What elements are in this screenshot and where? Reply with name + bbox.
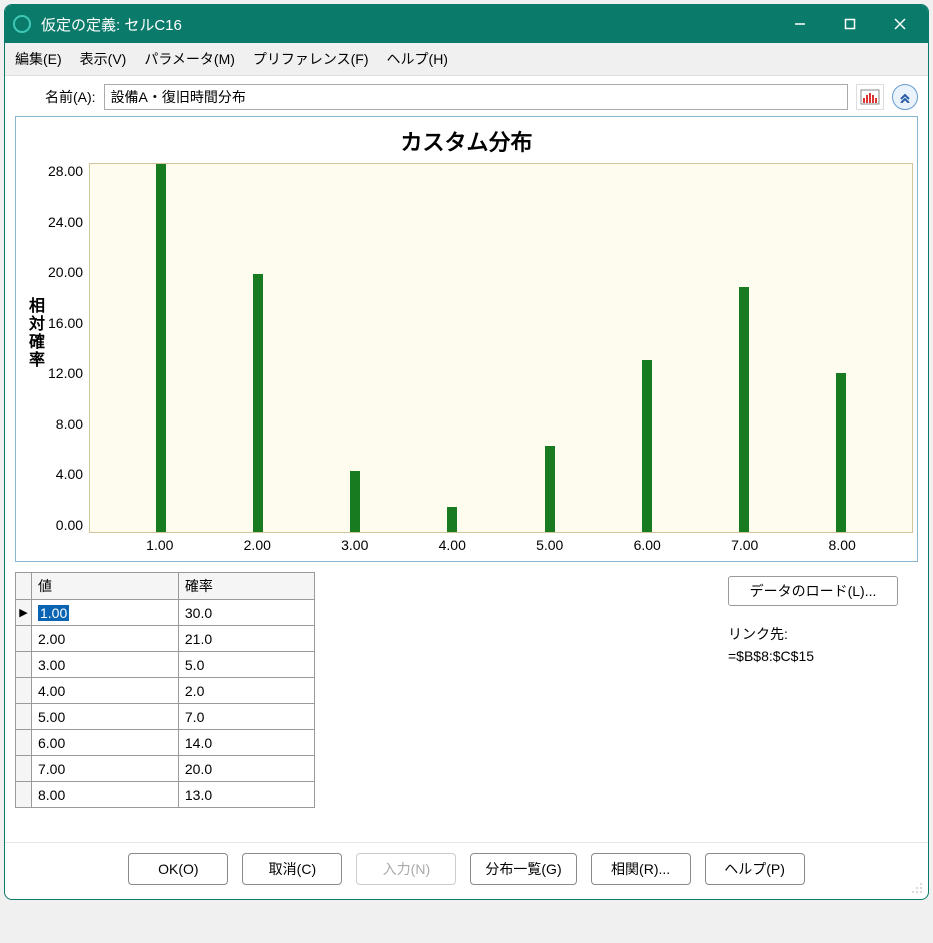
menu-help[interactable]: ヘルプ(H) (387, 49, 448, 69)
maximize-button[interactable] (826, 8, 874, 40)
cancel-button[interactable]: 取消(C) (242, 853, 342, 885)
collapse-toggle-icon[interactable] (892, 84, 918, 110)
x-axis-ticks: 1.00 2.00 3.00 4.00 5.00 6.00 7.00 8.00 (89, 533, 913, 553)
chart-bar (156, 164, 166, 532)
chart-plot-area (89, 163, 913, 533)
right-panel: データのロード(L)... リンク先: =$B$8:$C$15 (728, 572, 918, 664)
cell-prob[interactable]: 20.0 (178, 756, 314, 782)
col-header-prob[interactable]: 確率 (178, 573, 314, 600)
y-tick: 8.00 (56, 416, 83, 432)
x-tick: 5.00 (530, 537, 570, 553)
cell-value[interactable]: 1.00 (32, 600, 179, 626)
menu-params[interactable]: パラメータ(M) (144, 49, 235, 69)
row-indicator: ▶ (16, 600, 32, 626)
titlebar: 仮定の定義: セルC16 (5, 5, 928, 43)
dialog-window: 仮定の定義: セルC16 編集(E) 表示(V) パラメータ(M) プリファレン… (4, 4, 929, 900)
cell-value[interactable]: 2.00 (32, 626, 179, 652)
help-button[interactable]: ヘルプ(P) (705, 853, 805, 885)
x-tick: 8.00 (822, 537, 862, 553)
cell-prob[interactable]: 21.0 (178, 626, 314, 652)
distribution-picker-icon[interactable] (856, 84, 884, 110)
link-reference: =$B$8:$C$15 (728, 648, 918, 664)
enter-button: 入力(N) (356, 853, 456, 885)
row-indicator (16, 704, 32, 730)
row-indicator (16, 730, 32, 756)
x-tick: 7.00 (725, 537, 765, 553)
chart-panel: カスタム分布 相対確率 28.00 24.00 20.00 16.00 12.00 8.0… (15, 116, 918, 562)
y-tick: 16.00 (48, 315, 83, 331)
menubar: 編集(E) 表示(V) パラメータ(M) プリファレンス(F) ヘルプ(H) (5, 43, 928, 76)
name-label: 名前(A): (45, 87, 96, 107)
cell-value[interactable]: 5.00 (32, 704, 179, 730)
menu-view[interactable]: 表示(V) (80, 49, 127, 69)
ok-button[interactable]: OK(O) (128, 853, 228, 885)
table-corner (16, 573, 32, 600)
cell-value[interactable]: 3.00 (32, 652, 179, 678)
row-indicator (16, 782, 32, 808)
cell-prob[interactable]: 30.0 (178, 600, 314, 626)
y-tick: 20.00 (48, 264, 83, 280)
window-title: 仮定の定義: セルC16 (41, 14, 776, 35)
data-table: 値 確率 ▶1.0030.02.0021.03.005.04.002.05.00… (15, 572, 315, 808)
footer-buttons: OK(O) 取消(C) 入力(N) 分布一覧(G) 相関(R)... ヘルプ(P… (5, 842, 928, 899)
cell-prob[interactable]: 7.0 (178, 704, 314, 730)
load-data-button[interactable]: データのロード(L)... (728, 576, 898, 606)
x-tick: 2.00 (237, 537, 277, 553)
cell-value[interactable]: 6.00 (32, 730, 179, 756)
y-tick: 24.00 (48, 214, 83, 230)
chart-bar (642, 360, 652, 532)
cell-prob[interactable]: 13.0 (178, 782, 314, 808)
cell-value[interactable]: 7.00 (32, 756, 179, 782)
cell-prob[interactable]: 2.0 (178, 678, 314, 704)
chart-bar (447, 507, 457, 532)
row-indicator (16, 652, 32, 678)
table-row[interactable]: 3.005.0 (16, 652, 315, 678)
row-indicator (16, 626, 32, 652)
y-tick: 28.00 (48, 163, 83, 179)
y-tick: 4.00 (56, 466, 83, 482)
chart-title: カスタム分布 (20, 125, 913, 157)
menu-edit[interactable]: 編集(E) (15, 49, 62, 69)
chart-bar (350, 471, 360, 532)
minimize-button[interactable] (776, 8, 824, 40)
table-row[interactable]: 6.0014.0 (16, 730, 315, 756)
cell-prob[interactable]: 5.0 (178, 652, 314, 678)
app-icon (13, 15, 31, 33)
cell-prob[interactable]: 14.0 (178, 730, 314, 756)
close-button[interactable] (876, 8, 924, 40)
table-row[interactable]: 4.002.0 (16, 678, 315, 704)
name-row: 名前(A): (15, 84, 918, 110)
table-row[interactable]: 7.0020.0 (16, 756, 315, 782)
col-header-value[interactable]: 値 (32, 573, 179, 600)
cell-value[interactable]: 8.00 (32, 782, 179, 808)
x-tick: 4.00 (432, 537, 472, 553)
chart-bar (739, 287, 749, 532)
gallery-button[interactable]: 分布一覧(G) (470, 853, 576, 885)
x-tick: 6.00 (627, 537, 667, 553)
menu-prefs[interactable]: プリファレンス(F) (253, 49, 369, 69)
name-input[interactable] (104, 84, 848, 110)
resize-grip-icon[interactable] (910, 881, 924, 895)
y-axis-label: 相対確率 (20, 163, 48, 553)
row-indicator (16, 756, 32, 782)
table-row[interactable]: ▶1.0030.0 (16, 600, 315, 626)
chart-bar (836, 373, 846, 532)
y-tick: 0.00 (56, 517, 83, 533)
table-row[interactable]: 2.0021.0 (16, 626, 315, 652)
y-tick: 12.00 (48, 365, 83, 381)
table-row[interactable]: 5.007.0 (16, 704, 315, 730)
chart-bar (545, 446, 555, 532)
x-tick: 3.00 (335, 537, 375, 553)
table-row[interactable]: 8.0013.0 (16, 782, 315, 808)
link-to-label: リンク先: (728, 624, 918, 644)
cell-value[interactable]: 4.00 (32, 678, 179, 704)
correlation-button[interactable]: 相関(R)... (591, 853, 691, 885)
y-axis-ticks: 28.00 24.00 20.00 16.00 12.00 8.00 4.00 0.00 (48, 163, 89, 533)
chart-bar (253, 274, 263, 532)
row-indicator (16, 678, 32, 704)
x-tick: 1.00 (140, 537, 180, 553)
